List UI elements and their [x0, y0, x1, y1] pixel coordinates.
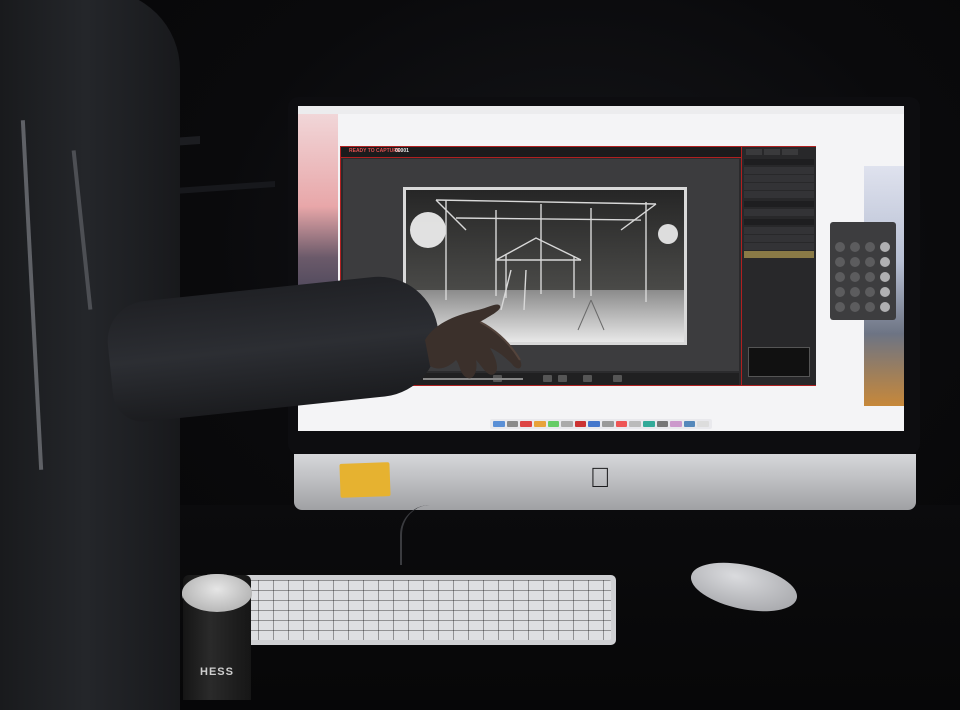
- dock-app-icon[interactable]: [547, 421, 560, 427]
- calculator-key[interactable]: [835, 272, 845, 282]
- capture-button[interactable]: [613, 375, 622, 382]
- dock-trash-icon[interactable]: [697, 421, 709, 427]
- menu-bar[interactable]: [298, 106, 904, 114]
- calculator-key[interactable]: [850, 257, 860, 267]
- camera-icon[interactable]: [558, 375, 567, 382]
- calculator-key[interactable]: [835, 302, 845, 312]
- calculator-key[interactable]: [865, 257, 875, 267]
- dock-app-icon[interactable]: [493, 421, 505, 427]
- apple-logo-icon: : [588, 463, 612, 493]
- stop-icon[interactable]: [543, 375, 552, 382]
- capture-status-text: READY TO CAPTURE:: [349, 148, 402, 154]
- dock-app-icon[interactable]: [574, 421, 587, 427]
- calculator-key[interactable]: [880, 272, 890, 282]
- dock-app-icon[interactable]: [670, 421, 682, 427]
- calculator-key[interactable]: [865, 287, 875, 297]
- calculator-key[interactable]: [835, 287, 845, 297]
- calculator-key[interactable]: [865, 242, 875, 252]
- calculator-widget: [830, 222, 896, 320]
- loop-icon[interactable]: [583, 375, 592, 382]
- coffee-cup-label: HESS: [200, 666, 234, 678]
- calculator-key[interactable]: [835, 257, 845, 267]
- calculator-key[interactable]: [850, 242, 860, 252]
- calculator-key[interactable]: [835, 242, 845, 252]
- dock-app-icon[interactable]: [506, 421, 519, 427]
- dock: [490, 419, 712, 429]
- calculator-key[interactable]: [850, 272, 860, 282]
- calculator-key[interactable]: [880, 242, 890, 252]
- media-layer-row[interactable]: [744, 235, 814, 242]
- calculator-key[interactable]: [880, 257, 890, 267]
- panel-section-header[interactable]: [744, 201, 814, 207]
- calculator-key[interactable]: [880, 302, 890, 312]
- pointing-hand: [425, 304, 522, 379]
- panel-row[interactable]: [744, 191, 814, 198]
- frame-counter: 00001: [395, 148, 409, 154]
- dock-app-icon[interactable]: [533, 421, 546, 427]
- calculator-key[interactable]: [865, 272, 875, 282]
- panel-row[interactable]: [744, 175, 814, 182]
- dock-app-icon[interactable]: [683, 421, 696, 427]
- calculator-key[interactable]: [850, 302, 860, 312]
- panel-row[interactable]: [744, 167, 814, 174]
- keyboard-keys: [243, 580, 611, 640]
- coffee-cup-lid: [182, 574, 252, 612]
- panel-row[interactable]: [744, 209, 814, 216]
- panel-section-header[interactable]: [744, 159, 814, 165]
- sticky-note: [339, 462, 391, 498]
- calculator-key[interactable]: [880, 287, 890, 297]
- histogram-panel: [748, 347, 810, 377]
- dock-app-icon[interactable]: [629, 421, 641, 427]
- dock-app-icon[interactable]: [561, 421, 573, 427]
- calculator-key[interactable]: [850, 287, 860, 297]
- dock-app-icon[interactable]: [588, 421, 600, 427]
- panel-row[interactable]: [744, 183, 814, 190]
- keyboard: [238, 575, 616, 645]
- media-layer-row[interactable]: [744, 243, 814, 250]
- media-layer-row[interactable]: [744, 227, 814, 234]
- panel-section-header[interactable]: [744, 219, 814, 225]
- side-panel: [741, 147, 816, 385]
- calculator-key[interactable]: [865, 302, 875, 312]
- dock-app-icon[interactable]: [602, 421, 614, 427]
- dock-app-icon[interactable]: [615, 421, 628, 427]
- panel-tabs[interactable]: [746, 149, 798, 156]
- app-toolbar: READY TO CAPTURE: 00001: [341, 147, 741, 158]
- dock-app-icon[interactable]: [642, 421, 655, 427]
- dock-app-icon[interactable]: [520, 421, 532, 427]
- media-layer-selected[interactable]: [744, 251, 814, 258]
- dock-app-icon[interactable]: [656, 421, 669, 427]
